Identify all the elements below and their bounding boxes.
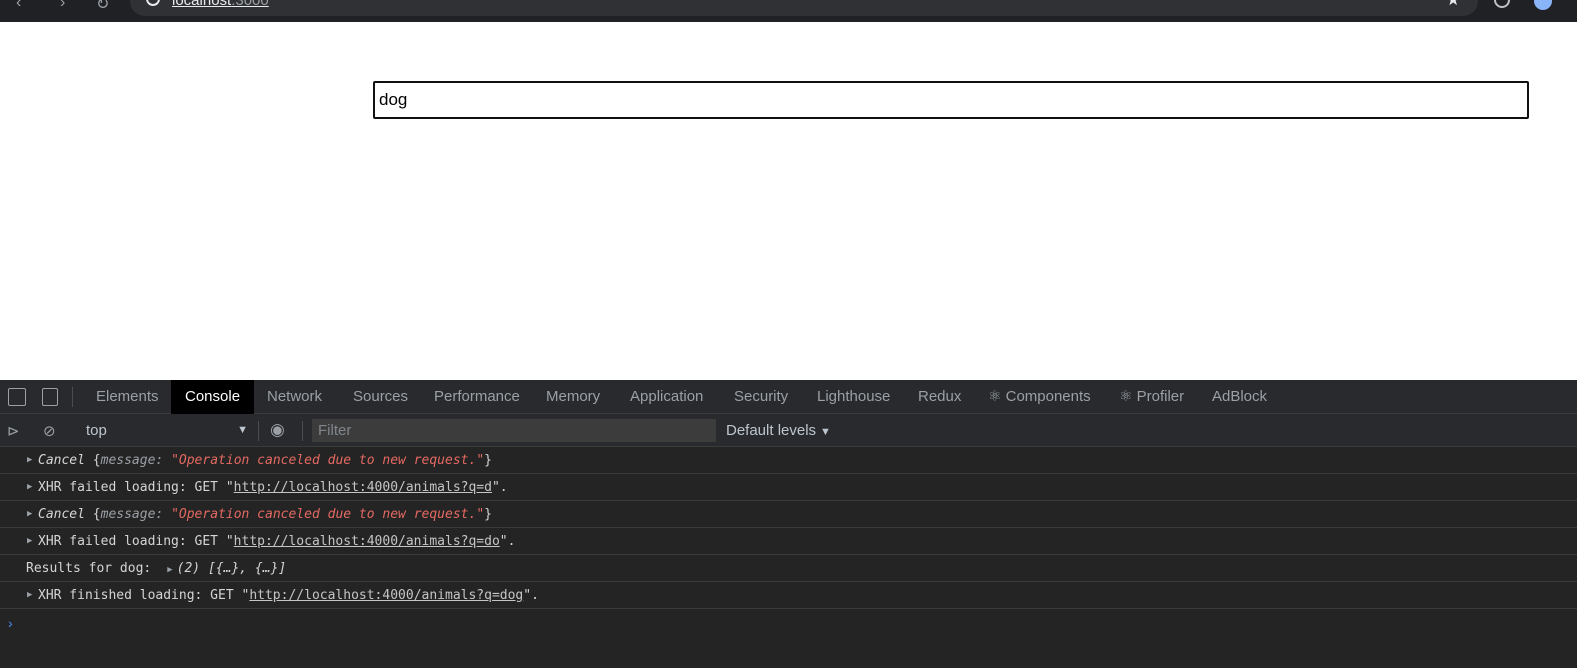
page-content [0, 22, 1577, 380]
xhr-prefix: XHR failed loading: GET " [38, 534, 234, 549]
tab-redux[interactable]: Redux [904, 380, 975, 414]
expand-triangle-icon[interactable]: ▶ [27, 474, 32, 501]
extension-icon[interactable] [1494, 0, 1510, 8]
colon: : [155, 453, 172, 468]
address-bar[interactable] [130, 0, 1478, 16]
console-message[interactable]: Results for dog: ▶ (2) [{…}, {…}] [0, 555, 1577, 582]
clear-console-icon[interactable]: ⊘ [43, 422, 56, 440]
tab-memory[interactable]: Memory [532, 380, 614, 414]
url-port: :3000 [231, 0, 269, 9]
console-message[interactable]: ▶ XHR finished loading: GET "http://loca… [0, 582, 1577, 609]
expand-triangle-icon[interactable]: ▶ [27, 528, 32, 555]
xhr-suffix: ". [523, 588, 539, 603]
console-message[interactable]: ▶ Cancel {message: "Operation canceled d… [0, 501, 1577, 528]
bookmark-star-icon[interactable]: ★ [1446, 0, 1460, 10]
divider [302, 421, 303, 441]
xhr-prefix: XHR finished loading: GET " [38, 588, 250, 603]
console-filter-input[interactable] [312, 419, 716, 442]
object-key: message [100, 453, 156, 468]
object-name: Cancel [38, 507, 85, 522]
devtools-panel: Elements Console Network Sources Perform… [0, 380, 1577, 668]
browser-toolbar: ‹ › ↻ localhost:3000 ★ [0, 0, 1577, 22]
divider [72, 387, 73, 407]
brace: } [484, 507, 492, 522]
prompt-chevron-icon: › [8, 615, 13, 631]
divider [258, 421, 259, 441]
tab-application[interactable]: Application [616, 380, 717, 414]
dropdown-arrow-icon: ▼ [237, 424, 248, 436]
device-toolbar-icon[interactable] [42, 388, 58, 406]
back-icon[interactable]: ‹ [16, 0, 21, 12]
object-value: "Operation canceled due to new request." [171, 453, 485, 468]
search-input[interactable] [373, 81, 1529, 119]
reload-icon[interactable]: ↻ [96, 0, 109, 14]
profile-avatar[interactable] [1534, 0, 1552, 10]
console-toolbar: ⊳ ⊘ top ▼ ◉ Default levels▼ [0, 414, 1577, 447]
tab-console[interactable]: Console [171, 380, 255, 414]
inspect-element-icon[interactable] [8, 388, 26, 406]
tab-network[interactable]: Network [253, 380, 336, 414]
url-host: localhost [172, 0, 232, 9]
brace: { [92, 507, 101, 522]
object-key: message [100, 507, 156, 522]
console-messages: ▶ Cancel {message: "Operation canceled d… [0, 447, 1577, 637]
brace: } [484, 453, 492, 468]
log-levels-label: Default levels [726, 422, 817, 439]
xhr-url-link[interactable]: http://localhost:4000/animals?q=dog [249, 588, 523, 603]
console-prompt[interactable]: › [0, 609, 1577, 637]
tab-lighthouse[interactable]: Lighthouse [803, 380, 904, 414]
address-url[interactable]: localhost:3000 [172, 0, 269, 9]
forward-icon[interactable]: › [60, 0, 65, 12]
console-message[interactable]: ▶ XHR failed loading: GET "http://localh… [0, 474, 1577, 501]
tab-profiler[interactable]: ⚛ Profiler [1105, 380, 1198, 414]
context-value: top [86, 422, 107, 439]
console-message[interactable]: ▶ XHR failed loading: GET "http://localh… [0, 528, 1577, 555]
tab-adblock[interactable]: AdBlock [1198, 380, 1281, 414]
colon: : [155, 507, 172, 522]
expand-triangle-icon[interactable]: ▶ [27, 447, 32, 474]
console-message[interactable]: ▶ Cancel {message: "Operation canceled d… [0, 447, 1577, 474]
tab-elements[interactable]: Elements [82, 380, 173, 414]
tab-performance[interactable]: Performance [420, 380, 534, 414]
array-preview[interactable]: (2) [{…}, {…}] [177, 561, 287, 576]
log-levels-dropdown[interactable]: Default levels ▼ [726, 414, 831, 447]
expand-triangle-icon[interactable]: ▶ [27, 582, 32, 609]
context-selector[interactable]: top ▼ [78, 414, 252, 447]
devtools-tabbar: Elements Console Network Sources Perform… [0, 380, 1577, 414]
xhr-suffix: ". [491, 480, 508, 495]
sidebar-toggle-icon[interactable]: ⊳ [7, 422, 20, 440]
brace: { [92, 453, 101, 468]
expand-triangle-icon[interactable]: ▶ [167, 565, 172, 575]
tab-security[interactable]: Security [720, 380, 802, 414]
object-value: "Operation canceled due to new request." [171, 507, 485, 522]
xhr-url-link[interactable]: http://localhost:4000/animals?q=d [234, 480, 492, 495]
log-label: Results for dog: [26, 561, 152, 576]
tab-sources[interactable]: Sources [339, 380, 422, 414]
dropdown-arrow-icon: ▼ [820, 426, 831, 438]
object-name: Cancel [38, 453, 85, 468]
expand-triangle-icon[interactable]: ▶ [27, 501, 32, 528]
eye-icon[interactable]: ◉ [270, 420, 285, 440]
xhr-url-link[interactable]: http://localhost:4000/animals?q=do [234, 534, 500, 549]
xhr-prefix: XHR failed loading: GET " [38, 480, 234, 495]
tab-components[interactable]: ⚛ Components [974, 380, 1105, 414]
xhr-suffix: ". [499, 534, 516, 549]
